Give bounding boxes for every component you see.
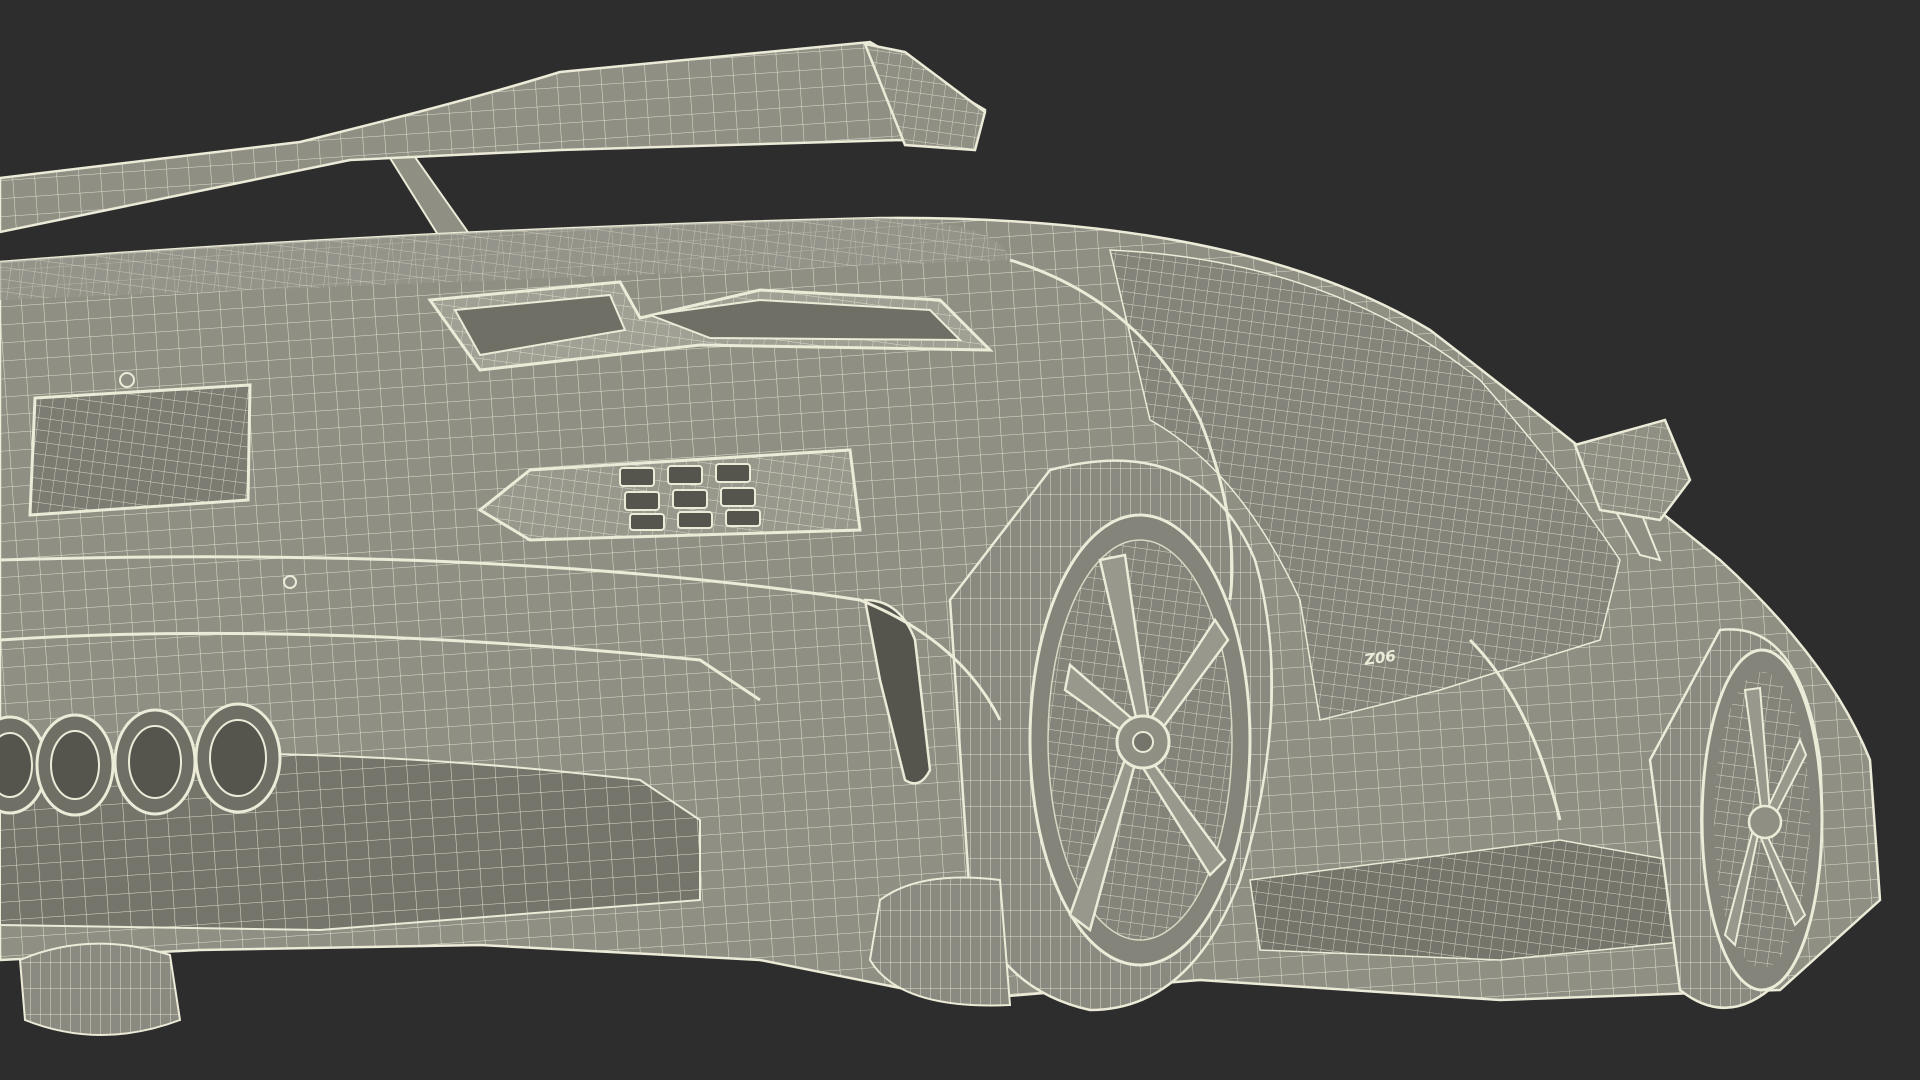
spoiler-support [383,149,472,240]
tow-point [283,575,297,589]
front-hub [1747,804,1783,840]
render-viewport: Z06 [0,0,1920,1080]
plate-camera [119,372,135,388]
vent-slots [619,463,761,531]
wireframe-car-render: Z06 [0,40,1882,1036]
rear-spoiler [0,40,987,240]
